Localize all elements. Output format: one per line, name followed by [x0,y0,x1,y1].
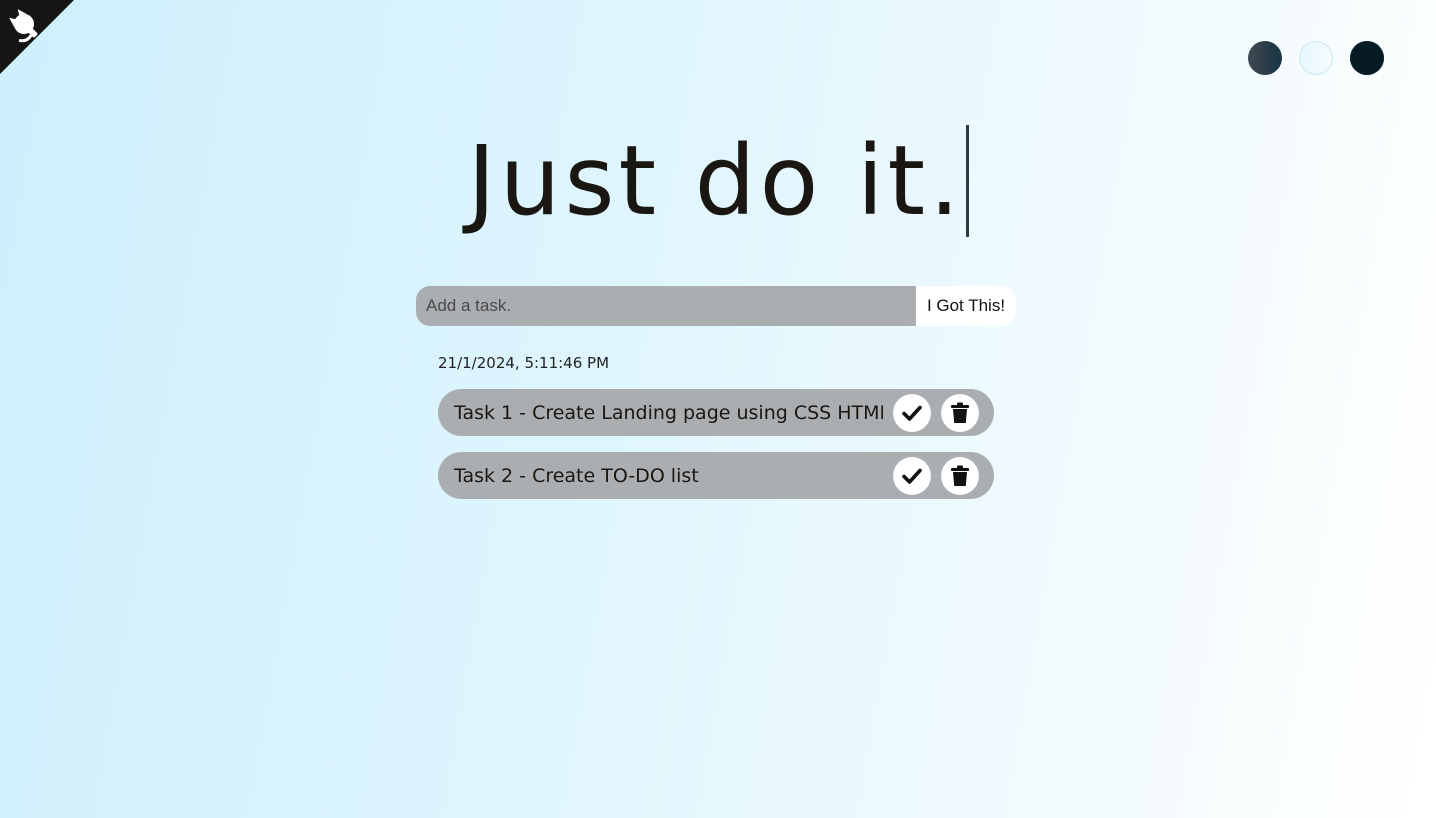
theme-standard-button[interactable] [1248,41,1282,75]
task-text: Task 1 - Create Landing page using CSS H… [454,401,883,424]
task-input[interactable] [416,286,916,326]
typing-cursor [965,125,969,237]
page-title: Just do it. [0,125,1436,237]
task-text: Task 2 - Create TO-DO list [454,464,699,487]
complete-task-button[interactable] [893,456,931,495]
theme-selector [1248,41,1384,75]
github-corner-link[interactable] [0,0,74,74]
trash-icon [951,402,969,423]
page-title-text: Just do it. [467,125,964,237]
github-icon [0,0,74,74]
theme-darker-button[interactable] [1350,41,1384,75]
task-item: Task 1 - Create Landing page using CSS H… [438,389,994,436]
task-list: Task 1 - Create Landing page using CSS H… [438,389,994,515]
task-item: Task 2 - Create TO-DO list [438,452,994,499]
delete-task-button[interactable] [941,456,979,495]
check-icon [902,468,922,484]
theme-light-button[interactable] [1299,41,1333,75]
add-task-button[interactable]: I Got This! [916,286,1016,326]
delete-task-button[interactable] [941,393,979,432]
trash-icon [951,465,969,486]
check-icon [902,405,922,421]
add-task-form: I Got This! [416,286,1016,326]
complete-task-button[interactable] [893,393,931,432]
current-datetime: 21/1/2024, 5:11:46 PM [438,354,610,372]
